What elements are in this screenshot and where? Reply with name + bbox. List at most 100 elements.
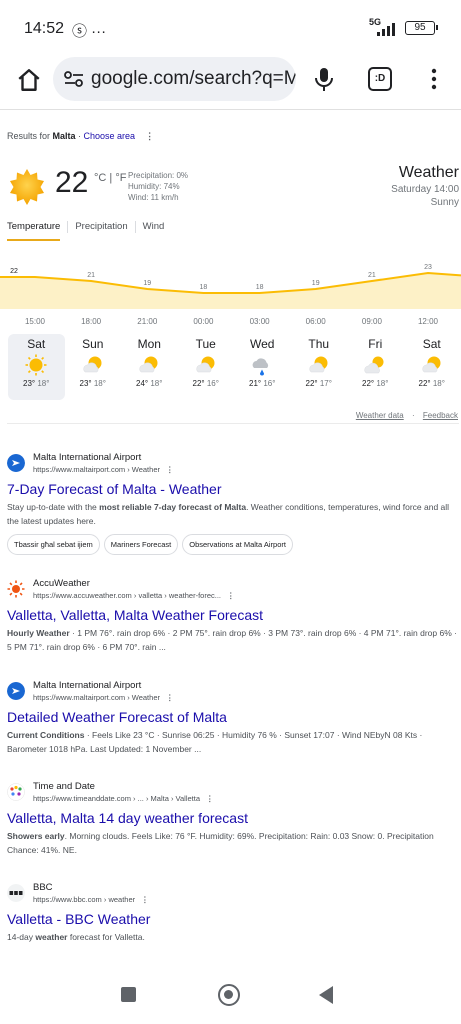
sun-icon [10,169,44,205]
day-low: 16° [206,379,219,388]
day-name: Mon [137,337,161,351]
result-menu-icon[interactable]: ⋮ [166,465,174,474]
temperature-label: 18 [200,284,208,291]
weather-data-link[interactable]: Weather data [356,411,404,420]
sitelink-chip[interactable]: Tbassir għal sebat ijiem [7,534,100,555]
tab-divider [67,221,69,233]
status-right: 5G 95 [369,17,438,36]
tab-wind[interactable]: Wind [143,219,165,241]
day-name: Fri [368,337,383,351]
result-title-link[interactable]: Valletta, Valletta, Malta Weather Foreca… [7,607,457,623]
result-snippet: Hourly Weather · 1 PM 76°. rain drop 6% … [7,628,457,652]
rain-cloud-icon [252,358,269,376]
more-options-icon[interactable]: ⋮ [145,131,154,141]
divider [7,423,459,424]
temperature-label: 19 [312,280,320,287]
site-name: BBC [33,882,53,893]
system-nav-bar [0,972,461,1024]
tab-temperature[interactable]: Temperature [7,219,61,241]
weather-footer-links: Weather data · Feedback [355,411,458,420]
current-temperature: 22 [55,166,89,199]
day-forecast-tue[interactable]: Tue 22° 16° [178,334,235,400]
day-forecast-mon[interactable]: Mon 24° 18° [121,334,178,400]
day-temps: 21° 16° [234,379,291,388]
microphone-icon[interactable] [313,66,335,92]
unit-toggle[interactable]: °C | °F [94,172,126,184]
tab-precipitation[interactable]: Precipitation [75,219,127,241]
day-high: 21° [249,379,262,388]
site-url: https://www.bbc.com › weather ⋮ [33,895,149,904]
result-source[interactable]: AccuWeather https://www.accuweather.com … [7,578,457,600]
more-options-icon[interactable] [424,66,444,92]
sitelink-chips: Tbassir għal sebat ijiem Mariners Foreca… [7,534,457,555]
day-high: 24° [136,379,149,388]
time-tick-label: 03:00 [250,317,271,326]
day-temps: 22° 18° [404,379,461,388]
home-icon[interactable] [16,67,42,93]
day-forecast-fri[interactable]: Fri 22° 18° [347,334,404,400]
day-forecast-sun[interactable]: Sun 23° 18° [65,334,122,400]
result-title-link[interactable]: Valletta - BBC Weather [7,911,457,927]
result-menu-icon[interactable]: ⋮ [166,693,174,702]
day-name: Tue [195,337,216,351]
result-menu-icon[interactable]: ⋮ [141,895,149,904]
time-tick-label: 15:00 [25,317,46,326]
tab-switcher-button[interactable]: :D [368,67,392,91]
day-high: 23° [79,379,92,388]
result-menu-icon[interactable]: ⋮ [227,591,235,600]
back-button[interactable] [319,986,333,1004]
partly-cloudy-icon [83,356,102,373]
weather-title: Weather [398,164,459,181]
sitelink-chip[interactable]: Mariners Forecast [103,534,179,555]
day-low: 18° [150,379,163,388]
recent-apps-button[interactable] [121,987,136,1002]
time-tick-label: 09:00 [362,317,383,326]
url-text: google.com/search?q=M [91,68,296,89]
browser-toolbar: google.com/search?q=M :D [0,56,461,110]
result-snippet: 14-day weather forecast for Valletta. [7,932,145,942]
time-tick-label: 21:00 [137,317,158,326]
sitelink-chip[interactable]: Observations at Malta Airport [182,534,293,555]
result-menu-icon[interactable]: ⋮ [206,794,214,803]
day-forecast-sat[interactable]: Sat 23° 18° [8,334,65,400]
search-result: Time and Date https://www.timeanddate.co… [7,781,457,857]
wind-stat: Wind: 11 km/h [128,193,179,202]
feedback-link[interactable]: Feedback [423,411,458,420]
day-high: 22° [305,379,318,388]
location-name: Malta [52,131,76,141]
day-forecast-sat[interactable]: Sat 22° 18° [404,334,461,400]
result-title-link[interactable]: Detailed Weather Forecast of Malta [7,709,457,725]
site-url: https://www.maltairport.com › Weather ⋮ [33,465,174,474]
bbc-favicon-icon [7,884,25,902]
result-source[interactable]: Malta International Airport https://www.… [7,452,457,474]
tab-divider [134,221,136,233]
signal-icon: 5G [369,17,399,36]
weather-stats: Precipitation: 0% Humidity: 74% Wind: 11… [128,170,188,203]
temperature-label: 18 [256,284,264,291]
temperature-label: 21 [87,272,95,279]
result-title-link[interactable]: Valletta, Malta 14 day weather forecast [7,810,457,826]
day-low: 18° [432,379,445,388]
url-bar[interactable]: google.com/search?q=M [53,57,296,101]
home-button[interactable] [218,984,240,1006]
choose-area-link[interactable]: Choose area [84,131,136,141]
result-snippet: Showers early. Morning clouds. Feels Lik… [7,831,434,855]
time-tick-label: 12:00 [418,317,439,326]
cloudy-sun-icon [364,356,384,374]
day-low: 17° [319,379,332,388]
day-name: Thu [308,337,330,351]
result-source[interactable]: BBC https://www.bbc.com › weather ⋮ [7,882,457,904]
result-title-link[interactable]: 7-Day Forecast of Malta - Weather [7,481,457,497]
result-source[interactable]: Malta International Airport https://www.… [7,680,457,702]
site-settings-icon[interactable] [63,70,85,88]
search-result: AccuWeather https://www.accuweather.com … [7,578,457,654]
time-tick-label: 18:00 [81,317,102,326]
day-forecast-thu[interactable]: Thu 22° 17° [291,334,348,400]
partly-cloudy-icon [422,356,441,373]
day-forecast-wed[interactable]: Wed 21° 16° [234,334,291,400]
result-source[interactable]: Time and Date https://www.timeanddate.co… [7,781,457,803]
time-tick-label: 06:00 [306,317,327,326]
timeanddate-favicon-icon [7,783,25,801]
day-temps: 24° 18° [121,379,178,388]
weather-tabs: Temperature Precipitation Wind [7,219,171,241]
